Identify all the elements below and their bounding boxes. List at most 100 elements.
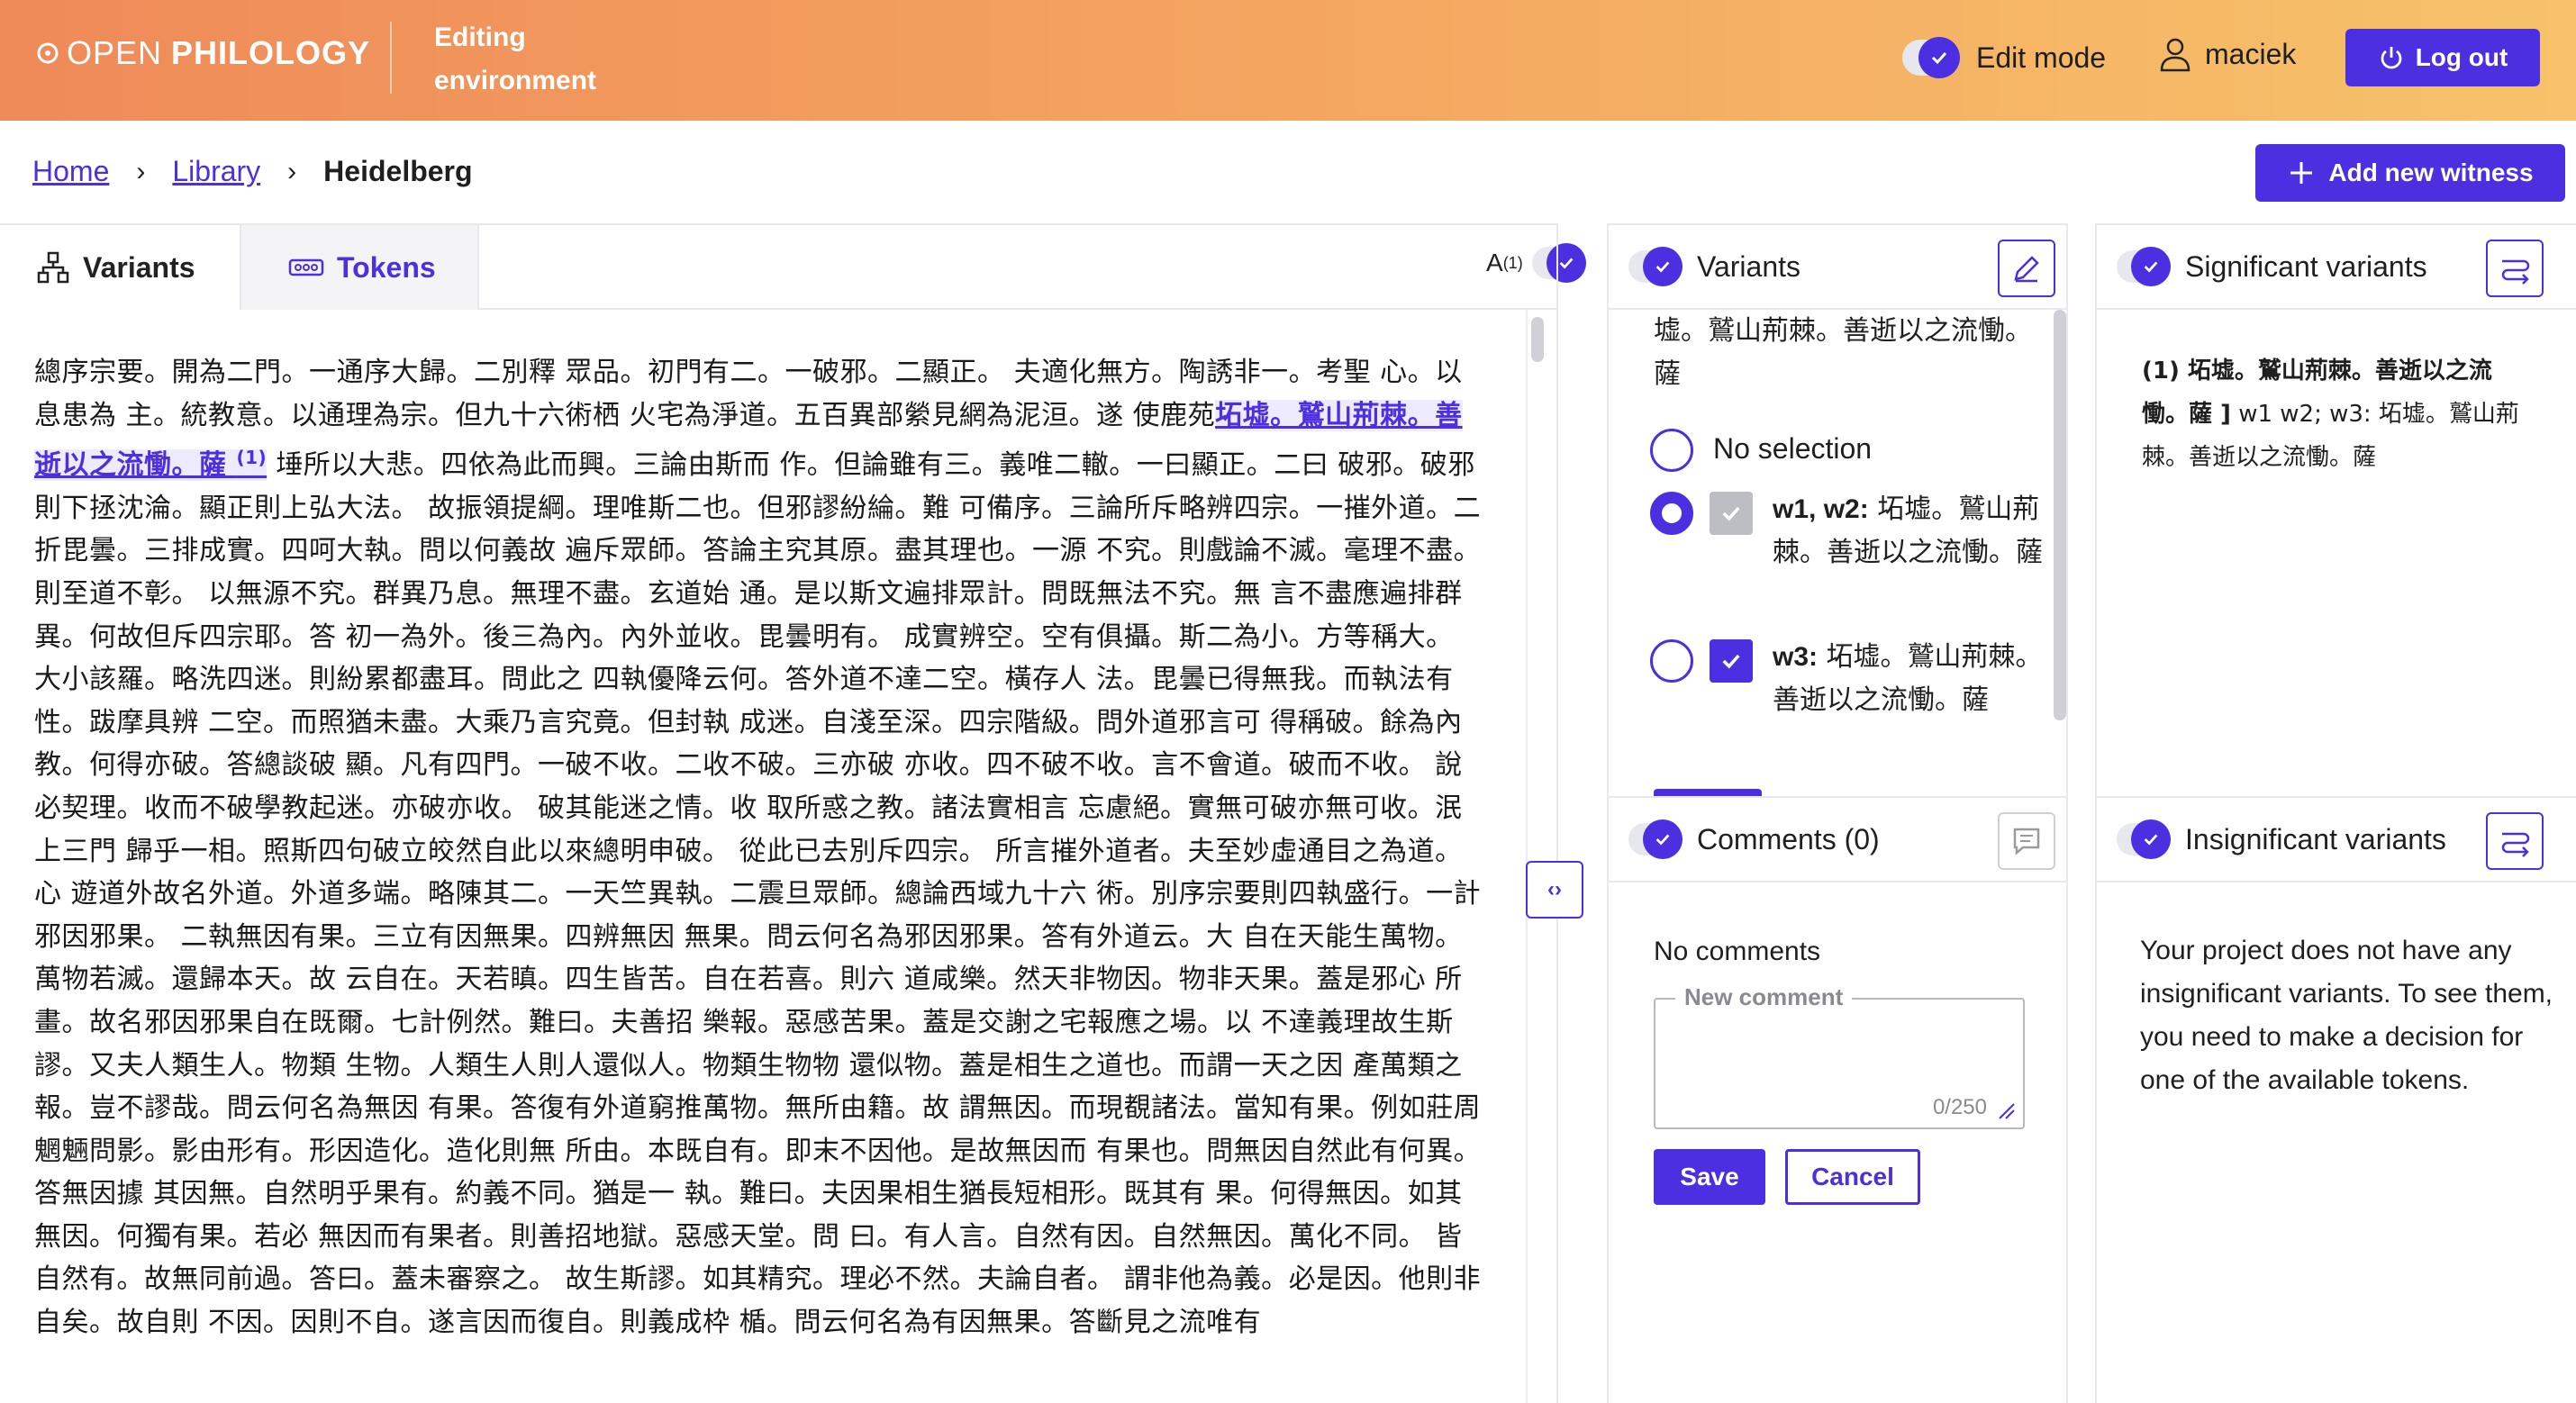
radio-w1-w2[interactable] <box>1650 492 1693 535</box>
apparatus-mode-sup: (1) <box>1502 253 1523 272</box>
check-icon <box>1643 819 1683 859</box>
cancel-comment-button[interactable]: Cancel <box>1785 1149 1920 1205</box>
variants-top-text: 墟。鷲山荊棘。善逝以之流慟。薩 <box>1654 315 2032 390</box>
breadcrumb-home[interactable]: Home <box>32 155 109 188</box>
variants-panel-body: 墟。鷲山荊棘。善逝以之流慟。薩 No selection w1, w2: 坧墟。… <box>1609 310 2066 796</box>
text-panel: Variants Tokens A (1) 總序宗要。開為二門。一通序大歸。二別釋… <box>0 223 1586 1403</box>
add-new-witness-label: Add new witness <box>2328 158 2534 186</box>
insignificant-variants-message: Your project does not have any insignifi… <box>2140 936 2553 1095</box>
hierarchy-icon <box>37 251 69 284</box>
column-divider <box>2066 223 2068 1403</box>
plus-icon <box>2290 162 2313 184</box>
apparatus-mode-label: A <box>1486 249 1503 276</box>
apparatus-mode-toggle[interactable]: A (1) <box>1486 243 1586 283</box>
significant-variants-header: Significant variants <box>2097 223 2576 310</box>
tab-tokens-label: Tokens <box>337 250 436 284</box>
comments-panel-title: Comments (0) <box>1697 822 1880 855</box>
significant-variants-title: Significant variants <box>2185 249 2427 283</box>
variant-w3-sigla: w3: <box>1773 642 1819 672</box>
variants-scrollbar[interactable] <box>2054 310 2066 724</box>
resize-grip-icon[interactable] <box>1996 1100 2016 1120</box>
witness-text: 總序宗要。開為二門。一通序大歸。二別釋 眾品。初門有二。一破邪。二顯正。 夫適化… <box>34 351 1486 1344</box>
tab-variants[interactable]: Variants <box>0 225 240 310</box>
insignificant-variants-title: Insignificant variants <box>2185 822 2446 855</box>
logo-bold-text: PHILOLOGY <box>171 34 371 71</box>
chevron-right-icon: › <box>136 156 146 186</box>
variants-panel: Variants 墟。鷲山荊棘。善逝以之流慟。薩 No selection w1… <box>1609 223 2066 796</box>
tab-tokens[interactable]: Tokens <box>240 225 479 310</box>
save-comment-button[interactable]: Save <box>1654 1149 1765 1205</box>
no-selection-label: No selection <box>1713 432 1873 465</box>
check-icon <box>1546 243 1586 283</box>
check-icon <box>1643 247 1683 286</box>
apparatus-mode-switch[interactable] <box>1531 243 1586 283</box>
variants-toggle[interactable] <box>1628 247 1683 286</box>
check-icon <box>2131 819 2171 859</box>
variant-option-w1-w2[interactable]: w1, w2: 坧墟。鷲山荊棘。善逝以之流慟。薩 <box>1650 488 2043 575</box>
text-scrollbar[interactable] <box>1531 317 1544 362</box>
username: maciek <box>2205 37 2297 70</box>
flow-icon <box>2501 832 2530 857</box>
logo-light-text: OPEN <box>67 34 163 71</box>
panel-divider <box>1556 223 1558 1403</box>
radio-no-selection[interactable] <box>1650 429 1693 472</box>
check-icon <box>1918 37 1960 78</box>
view-tabs: Variants Tokens A (1) <box>0 223 1586 310</box>
collapse-panel-button[interactable]: ‹› <box>1526 861 1583 919</box>
breadcrumb: Home › Library › Heidelberg <box>32 155 473 188</box>
check-icon <box>1722 506 1740 521</box>
variant-option-w3[interactable]: w3: 坧墟。鷲山荊棘。善逝以之流慟。薩 <box>1650 636 2043 722</box>
checkbox-w1-w2[interactable] <box>1710 492 1753 535</box>
logout-button[interactable]: Log out <box>2345 29 2540 86</box>
comments-toggle[interactable] <box>1628 819 1683 859</box>
chevron-right-icon: › <box>287 156 297 186</box>
variants-panel-header: Variants <box>1609 223 2066 310</box>
significant-variants-toggle[interactable] <box>2117 247 2171 286</box>
edit-mode-label: Edit mode <box>1976 41 2107 74</box>
significant-variants-button[interactable] <box>2486 240 2544 297</box>
code-brackets-icon: ‹› <box>1547 877 1562 901</box>
variant-w3-text: w3: 坧墟。鷲山荊棘。善逝以之流慟。薩 <box>1773 636 2043 722</box>
variant-option-none[interactable]: No selection <box>1650 425 1983 472</box>
insignificant-variants-button[interactable] <box>2486 812 2544 870</box>
variant-w1-w2-text: w1, w2: 坧墟。鷲山荊棘。善逝以之流慟。薩 <box>1773 488 2043 575</box>
logo-mark-icon <box>37 42 59 64</box>
insignificant-variants-header: Insignificant variants <box>2097 796 2576 883</box>
comments-button[interactable] <box>1998 812 2055 870</box>
no-comments-text: No comments <box>1654 937 1821 966</box>
text-scrollbar-track <box>1526 310 1528 1403</box>
variants-panel-title: Variants <box>1697 249 1801 283</box>
checkbox-w3[interactable] <box>1710 639 1753 683</box>
logo-separator <box>390 22 392 94</box>
comments-panel-header: Comments (0) <box>1609 796 2066 883</box>
edit-mode-toggle[interactable]: Edit mode <box>1902 37 2107 78</box>
edit-mode-switch[interactable] <box>1902 37 1960 78</box>
user-icon <box>2160 38 2191 72</box>
radio-w3[interactable] <box>1650 639 1693 683</box>
flow-icon <box>2501 259 2530 285</box>
add-new-witness-button[interactable]: Add new witness <box>2255 144 2565 202</box>
text-after: 埵所以大悲。四依為此而興。三論由斯而 作。但論雖有三。義唯二轍。一曰顯正。二曰 … <box>34 449 1482 1339</box>
power-icon <box>2381 47 2402 69</box>
user-menu[interactable]: maciek <box>2158 36 2296 72</box>
new-comment-textarea[interactable]: New comment 0/250 <box>1654 983 2025 1129</box>
insignificant-variants-toggle[interactable] <box>2117 819 2171 859</box>
pencil-icon <box>2014 256 2039 283</box>
edit-variants-button[interactable] <box>1998 240 2055 297</box>
new-comment-placeholder: New comment <box>1675 983 1853 1011</box>
top-header: OPEN PHILOLOGY Editing environment Edit … <box>0 0 2576 121</box>
breadcrumb-library[interactable]: Library <box>172 155 260 188</box>
environment-label: Editing environment <box>434 23 597 95</box>
comment-char-counter: 0/250 <box>1932 1095 1987 1119</box>
variant-w1-w2-sigla: w1, w2: <box>1773 494 1869 524</box>
tokens-icon <box>288 258 324 276</box>
logout-label: Log out <box>2415 43 2508 71</box>
breadcrumb-current: Heidelberg <box>323 155 473 187</box>
check-icon <box>1722 654 1740 669</box>
significant-variant-entry[interactable]: (1) 坧墟。鷲山荊棘。善逝以之流慟。薩 ] w1 w2; w3: 坧墟。鷲山荊… <box>2142 349 2520 479</box>
comment-icon <box>2013 828 2040 855</box>
highlight-footnote-marker: (1) <box>236 447 268 469</box>
tab-variants-label: Variants <box>83 250 195 284</box>
logo[interactable]: OPEN PHILOLOGY <box>34 34 370 72</box>
significant-variants-panel: Significant variants (1) 坧墟。鷲山荊棘。善逝以之流慟。… <box>2097 223 2576 796</box>
